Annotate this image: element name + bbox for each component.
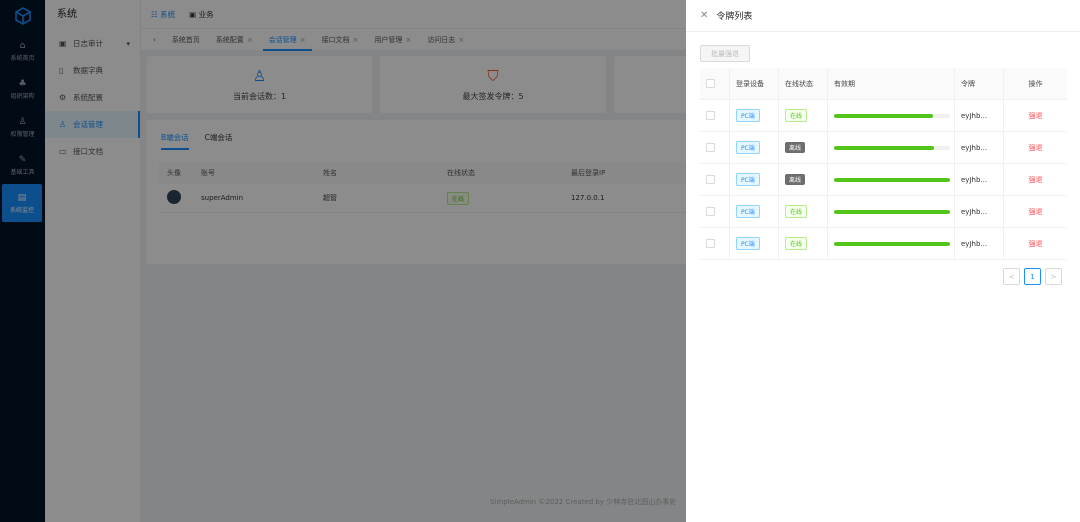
table-row: PC端 在线 eyJhb... 强退 [700, 228, 1067, 260]
kick-button[interactable]: 强退 [1029, 143, 1043, 153]
device-badge: PC端 [736, 205, 760, 218]
status-badge: 离线 [785, 142, 806, 153]
batch-kick-button[interactable]: 批量强退 [700, 45, 750, 62]
validity-progress-bar [834, 209, 950, 214]
row-checkbox[interactable] [706, 175, 715, 184]
table-row: PC端 离线 eyJhb... 强退 [700, 132, 1067, 164]
column-header: 登录设备 [730, 68, 779, 99]
prev-page-button[interactable]: < [1003, 268, 1020, 285]
row-checkbox[interactable] [706, 111, 715, 120]
device-badge: PC端 [736, 141, 760, 154]
validity-progress-bar [834, 113, 950, 118]
column-header: 有效期 [828, 68, 955, 99]
row-checkbox[interactable] [706, 143, 715, 152]
validity-progress-fill [834, 209, 950, 214]
token-cell: eyJhb... [955, 164, 1004, 195]
token-table-header: 登录设备 在线状态 有效期 令牌 操作 [700, 68, 1067, 100]
device-badge: PC端 [736, 173, 760, 186]
validity-progress-fill [834, 145, 934, 150]
page-number-button[interactable]: 1 [1024, 268, 1041, 285]
drawer-header: ✕ 令牌列表 [686, 0, 1080, 32]
table-row: PC端 在线 eyJhb... 强退 [700, 100, 1067, 132]
drawer-title: 令牌列表 [716, 12, 753, 22]
row-checkbox[interactable] [706, 239, 715, 248]
pagination: < 1 > [1003, 268, 1062, 285]
column-header: 操作 [1028, 79, 1043, 88]
validity-progress-bar [834, 241, 950, 246]
validity-progress-fill [834, 113, 933, 118]
token-cell: eyJhb... [955, 132, 1004, 163]
device-badge: PC端 [736, 109, 760, 122]
next-page-button[interactable]: > [1045, 268, 1062, 285]
status-badge: 在线 [785, 237, 808, 250]
token-cell: eyJhb... [955, 228, 1004, 259]
table-row: PC端 离线 eyJhb... 强退 [700, 164, 1067, 196]
token-drawer: ✕ 令牌列表 批量强退 登录设备 在线状态 有效期 令牌 操作 PC端 在线 eyJ… [686, 0, 1080, 522]
kick-button[interactable]: 强退 [1029, 239, 1043, 249]
validity-progress-bar [834, 177, 950, 182]
status-badge: 在线 [785, 109, 808, 122]
validity-progress-fill [834, 241, 950, 246]
row-checkbox[interactable] [706, 207, 715, 216]
status-badge: 离线 [785, 174, 806, 185]
kick-button[interactable]: 强退 [1029, 207, 1043, 217]
status-badge: 在线 [785, 205, 808, 218]
token-cell: eyJhb... [955, 196, 1004, 227]
kick-button[interactable]: 强退 [1029, 111, 1043, 121]
column-header: 在线状态 [779, 68, 828, 99]
table-row: PC端 在线 eyJhb... 强退 [700, 196, 1067, 228]
device-badge: PC端 [736, 237, 760, 250]
close-icon[interactable]: ✕ [700, 10, 708, 21]
token-table: 登录设备 在线状态 有效期 令牌 操作 PC端 在线 eyJhb... 强退 PC端 离线… [700, 68, 1067, 260]
select-all-checkbox[interactable] [706, 79, 715, 88]
drawer-mask[interactable] [0, 0, 686, 522]
token-cell: eyJhb... [955, 100, 1004, 131]
column-header: 令牌 [955, 68, 1004, 99]
validity-progress-bar [834, 145, 950, 150]
kick-button[interactable]: 强退 [1029, 175, 1043, 185]
validity-progress-fill [834, 177, 950, 182]
